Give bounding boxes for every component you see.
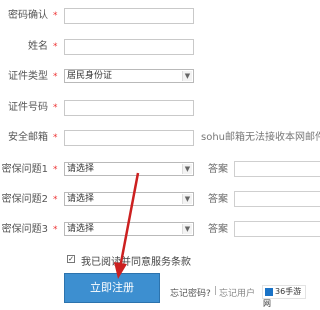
annotation-arrow — [114, 172, 140, 279]
arrow-shaft — [118, 172, 140, 269]
arrow-head — [114, 262, 127, 279]
